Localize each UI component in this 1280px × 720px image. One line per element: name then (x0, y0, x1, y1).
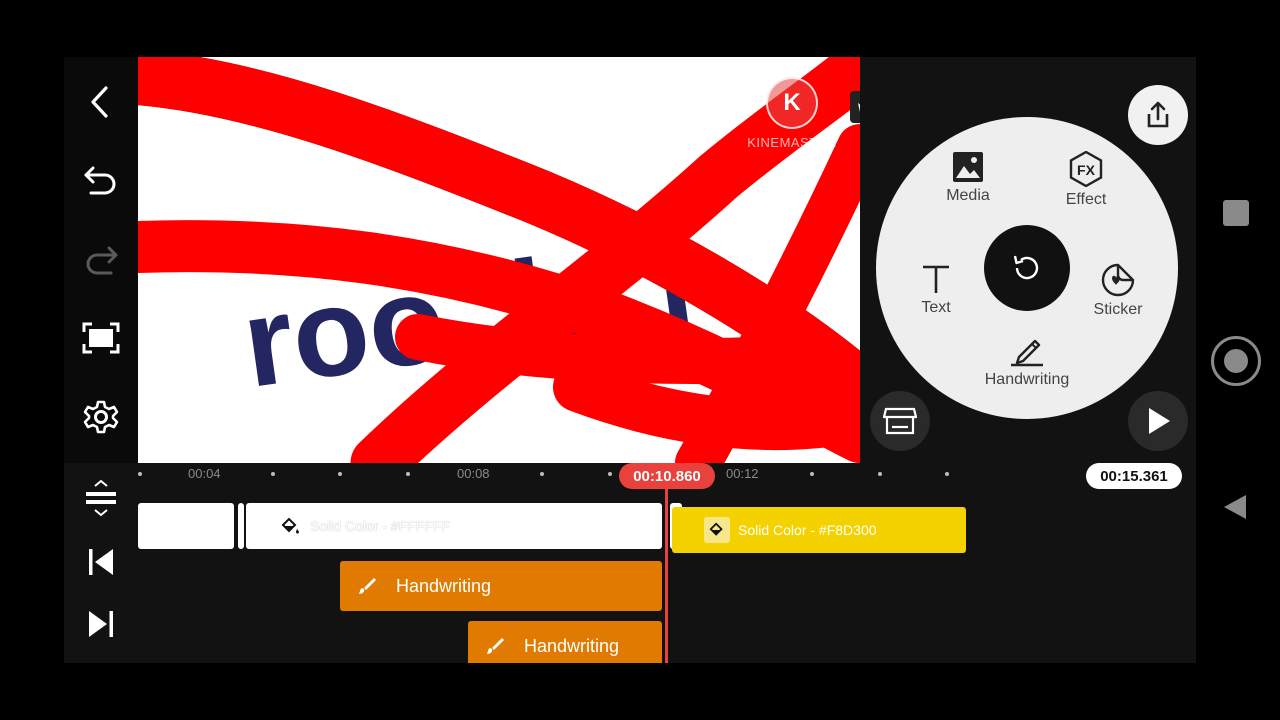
white-clip-label: Solid Color - #FFFFFF (310, 518, 451, 534)
handwriting-clip-2[interactable]: Handwriting (468, 621, 662, 663)
text-icon (923, 265, 949, 293)
handwriting-button[interactable]: Handwriting (962, 333, 1092, 389)
tick-label: 00:04 (188, 466, 221, 481)
handwriting-label: Handwriting (984, 371, 1070, 388)
sticker-label: Sticker (1093, 301, 1143, 318)
home-button[interactable] (1211, 336, 1261, 386)
store-icon (883, 407, 917, 435)
expand-tracks-icon (86, 479, 116, 517)
handwriting-clip-1[interactable]: Handwriting (340, 561, 662, 611)
paint-bucket-icon (704, 517, 730, 543)
media-label: Media (946, 187, 990, 204)
ruler-dot (138, 472, 142, 476)
timeline[interactable]: 00:04 00:08 00:12 00:10.860 00:15.361 So… (64, 463, 1196, 663)
tick-label: 00:08 (457, 466, 490, 481)
tick-label: 00:12 (726, 466, 759, 481)
media-circle-menu: Media FX Effect Text Sticker Handwriting (876, 117, 1178, 419)
back-nav-button[interactable] (1222, 493, 1248, 526)
share-upload-icon (1147, 101, 1169, 128)
settings-button[interactable] (78, 394, 124, 440)
clip-transition-handle[interactable] (238, 503, 244, 549)
ruler-dot (878, 472, 882, 476)
total-duration-badge: 00:15.361 (1086, 463, 1182, 489)
ruler-dot (810, 472, 814, 476)
white-clip-partial[interactable] (138, 503, 234, 549)
fullscreen-button[interactable] (78, 315, 124, 361)
play-button[interactable] (1128, 391, 1188, 451)
undo-button[interactable] (78, 157, 124, 203)
current-time-badge: 00:10.860 (619, 463, 715, 489)
ruler-dot (608, 472, 612, 476)
skip-start-icon (89, 549, 113, 575)
undo-icon (84, 166, 116, 195)
ruler-dot (338, 472, 342, 476)
fullscreen-icon (82, 322, 120, 354)
effect-button[interactable]: FX Effect (1036, 151, 1136, 209)
fx-icon: FX (1069, 151, 1103, 187)
brush-icon (359, 578, 376, 594)
logo-letter: K (783, 89, 801, 116)
ruler-dot (540, 472, 544, 476)
kinemaster-watermark: K KINEMASTER (742, 77, 842, 150)
svg-text:FX: FX (1077, 162, 1096, 178)
playhead-line[interactable] (665, 489, 668, 663)
jump-to-start-button[interactable] (78, 539, 124, 585)
layer-reset-button[interactable] (984, 225, 1070, 311)
right-panel: Media FX Effect Text Sticker Handwriting (860, 57, 1196, 463)
sticker-button[interactable]: Sticker (1068, 263, 1168, 319)
redo-icon (86, 246, 118, 275)
back-triangle-icon (1224, 495, 1246, 519)
yellow-clip-label: Solid Color - #F8D300 (738, 522, 877, 538)
kinemaster-logo-icon: K (766, 77, 818, 129)
ruler-dot (271, 472, 275, 476)
recents-button[interactable] (1223, 200, 1249, 226)
jump-to-end-button[interactable] (78, 601, 124, 647)
brush-icon (487, 638, 504, 654)
back-arrow-icon (91, 86, 108, 118)
back-button[interactable] (78, 79, 124, 125)
watermark-text: KINEMASTER (747, 135, 837, 150)
asset-store-button[interactable] (870, 391, 930, 451)
skip-end-icon (89, 611, 113, 637)
handwriting-clip-1-label: Handwriting (396, 575, 492, 596)
paint-bucket-icon (281, 517, 299, 534)
gear-icon (83, 400, 119, 434)
sticker-icon (1101, 263, 1135, 297)
home-dot-icon (1224, 349, 1248, 373)
redo-button[interactable] (78, 237, 124, 283)
system-nav-bar (1196, 57, 1280, 663)
pen-icon (1011, 339, 1043, 367)
text-label: Text (921, 299, 951, 316)
solid-color-white-clip[interactable]: Solid Color - #FFFFFF (246, 503, 662, 549)
solid-color-yellow-clip[interactable]: Solid Color - #F8D300 (672, 507, 966, 553)
track-height-button[interactable] (78, 473, 124, 523)
play-icon (1149, 408, 1170, 434)
ruler-dot (945, 472, 949, 476)
text-button[interactable]: Text (886, 263, 986, 317)
export-button[interactable] (1128, 85, 1188, 145)
handwriting-clip-2-label: Handwriting (524, 635, 620, 656)
effect-label: Effect (1065, 191, 1107, 208)
ruler-dot (406, 472, 410, 476)
rotate-reset-icon (1013, 255, 1039, 280)
media-button[interactable]: Media (918, 151, 1018, 205)
image-icon (953, 152, 983, 182)
editor-frame: roo..b..r K KINEMASTER Media FX Effect T… (64, 57, 1196, 663)
